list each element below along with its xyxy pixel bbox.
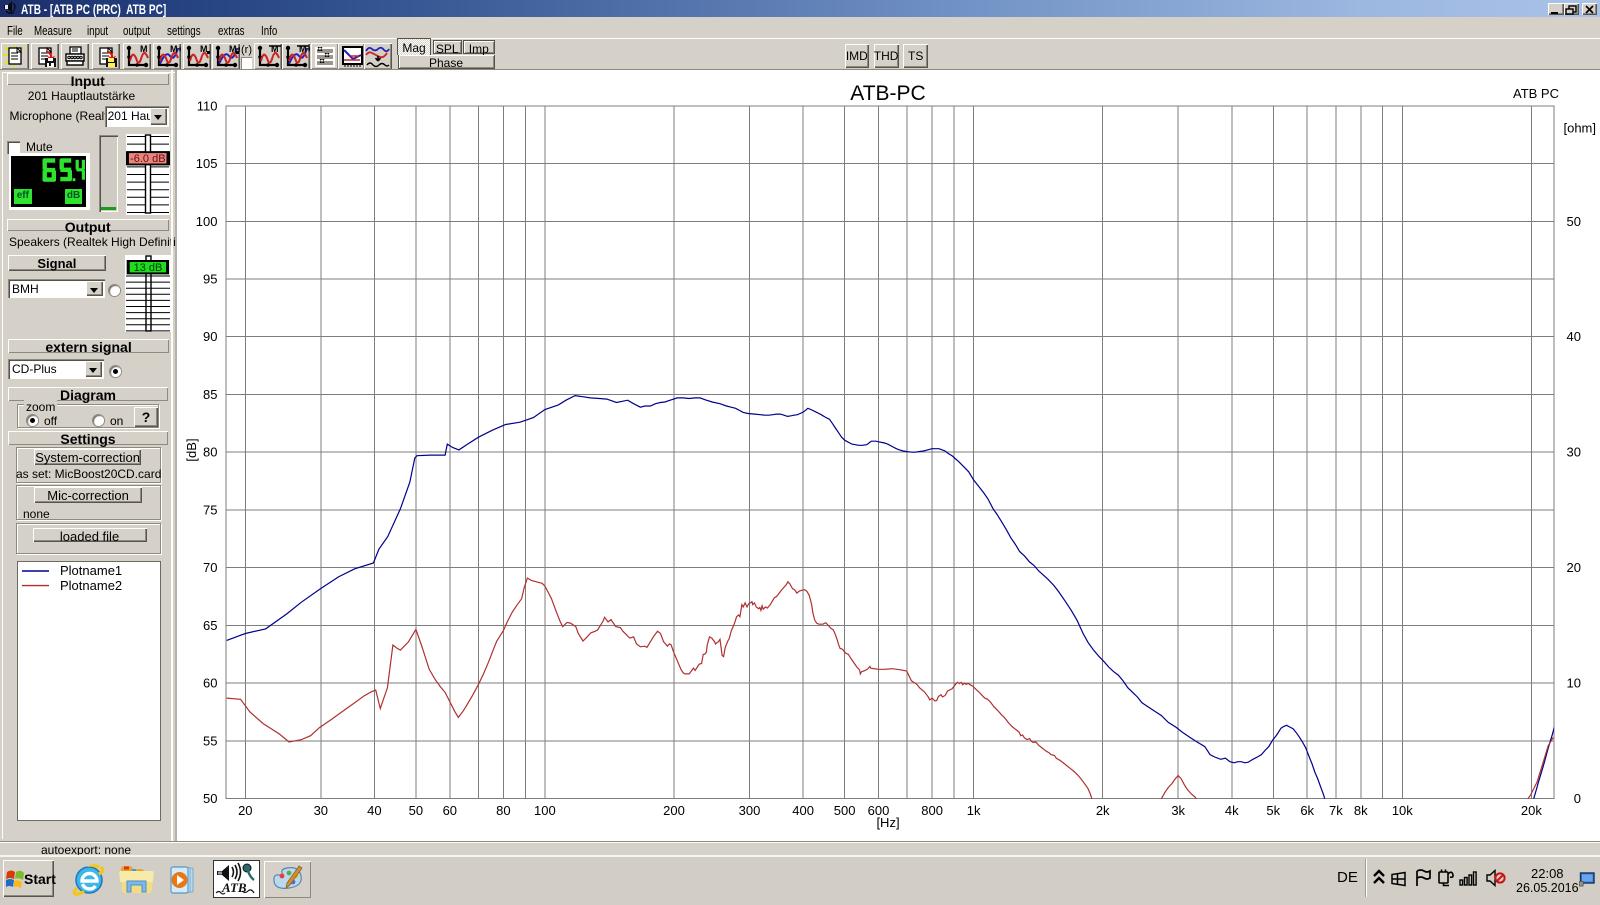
svg-text:200: 200 bbox=[663, 803, 685, 818]
svg-text:[dB]: [dB] bbox=[184, 438, 199, 461]
svg-text:5k: 5k bbox=[1266, 803, 1280, 818]
svg-text:800: 800 bbox=[921, 803, 943, 818]
svg-text:100: 100 bbox=[196, 214, 218, 229]
svg-text:110: 110 bbox=[197, 98, 218, 113]
svg-text:M: M bbox=[200, 44, 208, 54]
svg-text:3k: 3k bbox=[1171, 803, 1185, 818]
svg-text:6k: 6k bbox=[1300, 803, 1314, 818]
svg-text:65: 65 bbox=[203, 618, 217, 633]
svg-text:60: 60 bbox=[443, 803, 457, 818]
svg-text:8k: 8k bbox=[1354, 803, 1368, 818]
svg-text:2k: 2k bbox=[1096, 803, 1110, 818]
svg-text:300: 300 bbox=[739, 803, 761, 818]
svg-text:20: 20 bbox=[1567, 560, 1581, 575]
svg-text:ATB PC: ATB PC bbox=[1513, 86, 1559, 101]
svg-text:Plotname1: Plotname1 bbox=[60, 563, 122, 578]
svg-text:M+: M+ bbox=[170, 44, 181, 54]
svg-text:50: 50 bbox=[203, 791, 217, 806]
svg-text:40: 40 bbox=[367, 803, 381, 818]
svg-text:[ohm]: [ohm] bbox=[1563, 121, 1596, 136]
svg-text:50: 50 bbox=[409, 803, 423, 818]
svg-text:Plotname2: Plotname2 bbox=[60, 578, 122, 593]
svg-text:[Hz]: [Hz] bbox=[876, 815, 899, 830]
svg-text:80: 80 bbox=[203, 445, 217, 460]
svg-text:85: 85 bbox=[203, 387, 217, 402]
svg-text:40: 40 bbox=[1567, 329, 1581, 344]
svg-text:-6.0 dB: -6.0 dB bbox=[130, 153, 165, 165]
svg-text:105: 105 bbox=[196, 156, 218, 171]
svg-text:80: 80 bbox=[496, 803, 510, 818]
svg-text:10: 10 bbox=[1567, 676, 1581, 691]
svg-text:90: 90 bbox=[203, 329, 217, 344]
svg-text:30: 30 bbox=[314, 803, 328, 818]
svg-text:0: 0 bbox=[1574, 791, 1581, 806]
svg-text:10k: 10k bbox=[1392, 803, 1413, 818]
svg-text:60: 60 bbox=[203, 676, 217, 691]
svg-text:50: 50 bbox=[1567, 214, 1581, 229]
svg-text:75: 75 bbox=[203, 502, 217, 517]
svg-text:7k: 7k bbox=[1329, 803, 1343, 818]
svg-text:4k: 4k bbox=[1225, 803, 1239, 818]
svg-text:ATB-PC: ATB-PC bbox=[850, 82, 925, 105]
svg-text:95: 95 bbox=[203, 272, 217, 287]
svg-text:M: M bbox=[140, 44, 148, 54]
svg-text:400: 400 bbox=[792, 803, 814, 818]
svg-text:ATB: ATB bbox=[221, 880, 247, 895]
svg-text:20: 20 bbox=[238, 803, 252, 818]
svg-text:100: 100 bbox=[534, 803, 556, 818]
svg-text:500: 500 bbox=[834, 803, 856, 818]
svg-text:55: 55 bbox=[203, 733, 217, 748]
svg-text:70: 70 bbox=[203, 560, 217, 575]
svg-text:30: 30 bbox=[1567, 445, 1581, 460]
svg-text:20k: 20k bbox=[1521, 803, 1542, 818]
svg-text:1k: 1k bbox=[967, 803, 981, 818]
svg-text:13 dB: 13 dB bbox=[133, 262, 162, 274]
